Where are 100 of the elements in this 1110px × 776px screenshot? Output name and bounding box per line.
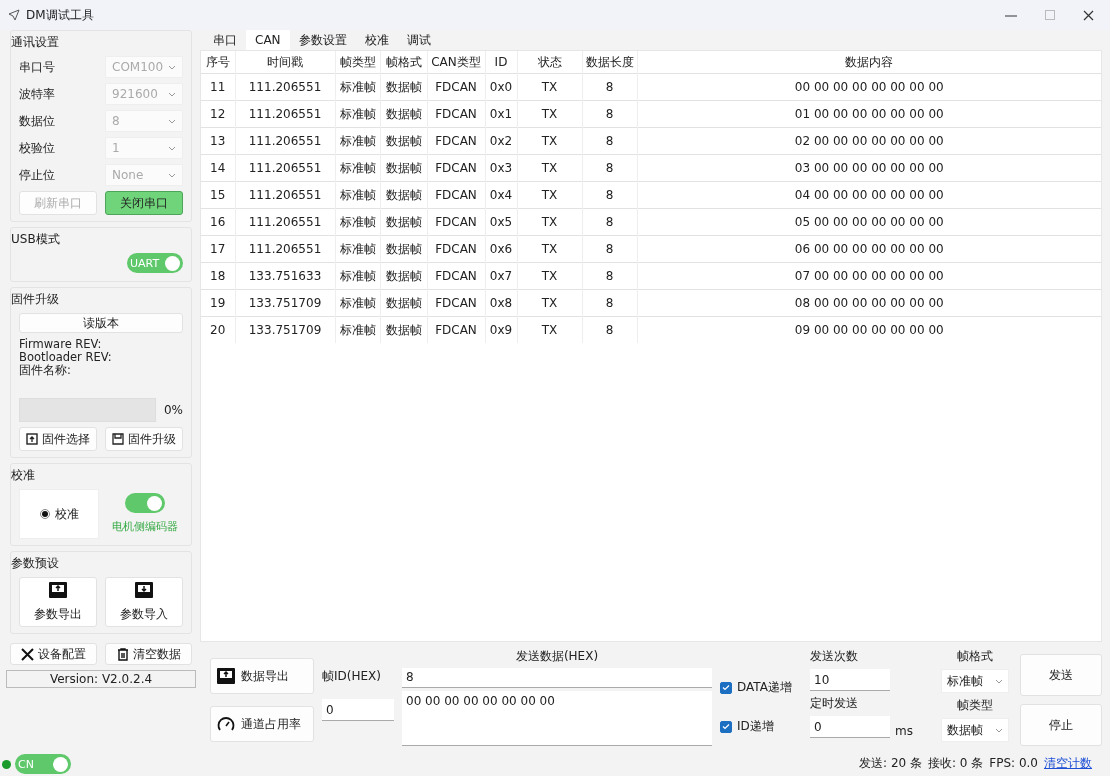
trash-icon [116,647,129,661]
table-cell: 0x7 [485,262,517,290]
table-cell: 03 00 00 00 00 00 00 00 [637,154,1101,182]
caret-icon [995,678,1003,684]
port-button[interactable]: 关闭串口 [105,191,183,215]
window-title: DM调试工具 [26,6,95,24]
encoder-toggle[interactable] [125,493,165,513]
table-cell: TX [517,154,582,182]
data-field[interactable]: 00 00 00 00 00 00 00 00 [402,690,712,746]
param-button[interactable]: 参数导出 [19,577,97,627]
table-cell: FDCAN [427,73,485,101]
table-cell: 标准帧 [335,289,380,317]
table-cell: 8 [582,73,637,101]
checkbox[interactable] [720,720,732,733]
param-button[interactable]: 参数导入 [105,577,183,627]
table-cell: 数据帧 [380,154,427,182]
close-icon[interactable] [1083,9,1094,21]
type-dropdown[interactable]: 数据帧 [941,718,1009,742]
table-cell: 数据帧 [380,208,427,236]
table-cell: FDCAN [427,181,485,209]
gauge-icon [217,716,235,732]
table-cell: 07 00 00 00 00 00 00 00 [637,262,1101,290]
toggle-label: 电机侧编码器 [112,519,178,534]
column-header: 数据内容 [637,51,1101,74]
table-cell: 16 [201,208,235,236]
count-field[interactable]: 10 [810,669,890,691]
table-cell: 0x4 [485,181,517,209]
group-title: 参数预设 [11,555,60,572]
length-field[interactable]: 8 [402,668,712,688]
format-dropdown[interactable]: 标准帧 [941,669,1009,693]
footer-button[interactable]: 清空数据 [105,643,192,665]
table-cell: FDCAN [427,235,485,263]
paper-plane-icon [8,9,20,21]
usage-button[interactable]: 通道占用率 [210,706,314,742]
table-cell: 111.206551 [235,100,335,128]
table-cell: 8 [582,127,637,155]
caret-icon [995,727,1003,733]
export-button[interactable]: 数据导出 [210,658,314,694]
table-cell: 标准帧 [335,100,380,128]
checkbox-label: DATA递增 [737,679,792,696]
tab[interactable]: 串口 [204,30,246,50]
table-cell: 133.751709 [235,289,335,317]
table-cell: 0x0 [485,73,517,101]
table-cell: 12 [201,100,235,128]
clear-count-link[interactable]: 清空计数 [1044,754,1092,772]
radio-option[interactable]: 校准 [19,489,99,539]
table-cell: FDCAN [427,208,485,236]
group-title: USB模式 [11,231,61,248]
timer-field[interactable]: 0 [810,716,890,738]
field-label: 帧类型 [957,697,993,714]
table-cell: 13 [201,127,235,155]
table-cell: 标准帧 [335,235,380,263]
field-label: 串口号 [19,58,55,76]
table-cell: 111.206551 [235,127,335,155]
table-cell: 8 [582,316,637,343]
table-cell: 标准帧 [335,127,380,155]
group-title: 通讯设置 [11,34,60,51]
table-cell: 133.751633 [235,262,335,290]
fps-reading: FPS: 0.0 [989,756,1038,770]
caret-icon [168,64,176,70]
checkbox[interactable] [720,681,732,694]
table-cell: 111.206551 [235,73,335,101]
table-cell: 数据帧 [380,262,427,290]
column-header: 帧类型 [335,51,380,74]
upload-tray-icon [49,581,67,598]
caret-icon [168,118,176,124]
sent-count: 发送: 20 条 [859,754,922,772]
tools-icon [21,647,34,661]
tab[interactable]: CAN [246,30,290,50]
table-cell: FDCAN [427,100,485,128]
footer-button[interactable]: 设备配置 [10,643,97,665]
column-header: 时间戳 [235,51,335,74]
info-text: Firmware REV: [19,338,103,351]
table-cell: 标准帧 [335,262,380,290]
table-cell: 标准帧 [335,316,380,343]
tab[interactable]: 校准 [355,30,398,50]
tab[interactable]: 调试 [397,30,440,50]
stop-button[interactable]: 停止 [1020,704,1102,746]
send-button[interactable]: 发送 [1020,654,1102,696]
tab[interactable]: 参数设置 [289,30,356,50]
table-cell: 19 [201,289,235,317]
table-cell: TX [517,289,582,317]
table-cell: TX [517,262,582,290]
firmware-button[interactable]: 固件选择 [19,427,97,451]
table-cell: 14 [201,154,235,182]
column-header: CAN类型 [427,51,485,74]
caret-icon [168,145,176,151]
table-cell: 15 [201,181,235,209]
firmware-button[interactable]: 固件升级 [105,427,183,451]
read-version-button[interactable]: 读版本 [19,313,183,333]
download-tray-icon [135,581,153,598]
table-cell: TX [517,100,582,128]
frame-id-field[interactable]: 0 [322,699,394,721]
checkbox-label: ID递增 [737,718,774,735]
table-cell: 05 00 00 00 00 00 00 00 [637,208,1101,236]
table-cell: 0x8 [485,289,517,317]
info-text: 固件名称: [19,364,72,377]
table-cell: 数据帧 [380,73,427,101]
table-cell: 0x1 [485,100,517,128]
field-label: 定时发送 [810,695,859,712]
